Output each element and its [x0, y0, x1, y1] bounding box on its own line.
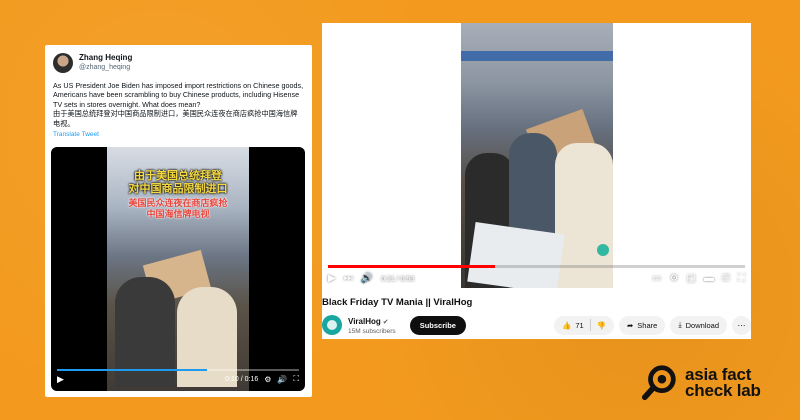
fullscreen-icon[interactable]: ⛶ [738, 270, 745, 288]
channel-name[interactable]: ViralHog [348, 317, 381, 326]
volume-icon[interactable]: 🔊 [361, 270, 373, 288]
cast-icon[interactable]: ⎚ [722, 270, 730, 288]
miniplayer-icon[interactable]: ◰ [687, 270, 696, 288]
tweet-text: As US President Joe Biden has imposed im… [51, 81, 306, 128]
share-label: Share [637, 320, 658, 330]
tweet-author-name[interactable]: Zhang Heqing [79, 53, 132, 63]
asia-fact-check-lab-logo: asia fact check lab [641, 364, 761, 402]
play-icon[interactable]: ▶ [57, 374, 64, 385]
tweet-author-handle[interactable]: @zhang_heqing [79, 63, 132, 73]
video-actions: 👍 71 👎 ➦ Share ⤓ Download ⋯ [553, 315, 751, 335]
channel-watermark-icon[interactable] [597, 244, 609, 256]
settings-icon[interactable]: ⚙ [264, 375, 271, 384]
subscriber-count: 15M subscribers [348, 327, 396, 335]
channel-avatar[interactable] [322, 315, 342, 335]
tweet-text-cn: 由于美国总统拜登对中国商品限制进口，美国民众连夜在商店疯抢中国海信牌电视。 [53, 109, 298, 128]
theater-mode-icon[interactable]: ▬ [704, 270, 714, 288]
tweet-card: Zhang Heqing @zhang_heqing As US Preside… [45, 45, 312, 397]
video-caption-top: 由于美国总统拜登 对中国商品限制进口 [107, 169, 249, 195]
play-icon[interactable]: ▶ [328, 270, 336, 288]
settings-icon[interactable]: ⚙ [670, 270, 679, 288]
video-frame: 由于美国总统拜登 对中国商品限制进口 美国民众连夜在商店疯抢 中国海信牌电视 [107, 147, 249, 391]
logo-line-2: check lab [685, 381, 761, 400]
video-progress-fill [328, 265, 495, 268]
thumbs-down-icon[interactable]: 👎 [597, 321, 606, 330]
verified-icon: ✔ [382, 318, 389, 326]
video-title: Black Friday TV Mania || ViralHog [322, 297, 473, 308]
store-sign [461, 51, 613, 61]
caption-line: 对中国商品限制进口 [128, 182, 228, 195]
like-dislike-group: 👍 71 👎 [553, 315, 614, 335]
video-time: 0:21 / 0:53 [381, 275, 415, 283]
fullscreen-icon[interactable]: ⛶ [293, 374, 299, 384]
tweet-header: Zhang Heqing @zhang_heqing [53, 53, 306, 73]
youtube-player[interactable]: ▶ ⏭ 🔊 0:21 / 0:53 ▭ ⚙ ◰ ▬ ⎚ ⛶ [322, 23, 751, 288]
video-controls: ▶ ⏭ 🔊 0:21 / 0:53 ▭ ⚙ ◰ ▬ ⎚ ⛶ [328, 270, 745, 288]
tweet-text-en: As US President Joe Biden has imposed im… [53, 81, 304, 109]
translate-tweet-link[interactable]: Translate Tweet [51, 131, 306, 138]
share-button[interactable]: ➦ Share [619, 315, 666, 335]
video-progress-bar[interactable] [328, 265, 745, 268]
subscribe-button[interactable]: Subscribe [409, 315, 466, 335]
video-controls: ▶ 0:10 / 0:16 ⚙ 🔊 ⛶ [51, 367, 305, 391]
next-icon[interactable]: ⏭ [344, 270, 353, 288]
volume-icon[interactable]: 🔊 [277, 375, 287, 384]
tweet-video[interactable]: 由于美国总统拜登 对中国商品限制进口 美国民众连夜在商店疯抢 中国海信牌电视 ▶… [51, 147, 305, 391]
captions-icon[interactable]: ▭ [652, 270, 661, 288]
video-frame [461, 23, 613, 288]
download-icon: ⤓ [678, 320, 682, 329]
caption-line: 中国海信牌电视 [146, 210, 210, 220]
caption-line: 美国民众连夜在商店疯抢 [128, 199, 228, 209]
more-options-icon[interactable]: ⋯ [732, 315, 751, 335]
channel-row: ViralHog ✔ 15M subscribers Subscribe 👍 71… [322, 314, 751, 336]
like-count[interactable]: 71 [575, 321, 583, 330]
avatar[interactable] [53, 53, 73, 73]
download-button[interactable]: ⤓ Download [670, 315, 727, 335]
thumbs-up-icon[interactable]: 👍 [562, 321, 571, 330]
video-time: 0:10 / 0:16 [225, 375, 259, 383]
share-icon: ➦ [627, 320, 634, 330]
video-caption-bottom: 美国民众连夜在商店疯抢 中国海信牌电视 [107, 199, 249, 221]
download-label: Download [685, 320, 719, 330]
caption-line: 由于美国总统拜登 [134, 169, 222, 182]
youtube-card: ▶ ⏭ 🔊 0:21 / 0:53 ▭ ⚙ ◰ ▬ ⎚ ⛶ Black Frid… [322, 23, 751, 339]
autoplay-toggle[interactable] [626, 274, 645, 284]
magnifier-logo-icon [641, 365, 676, 401]
